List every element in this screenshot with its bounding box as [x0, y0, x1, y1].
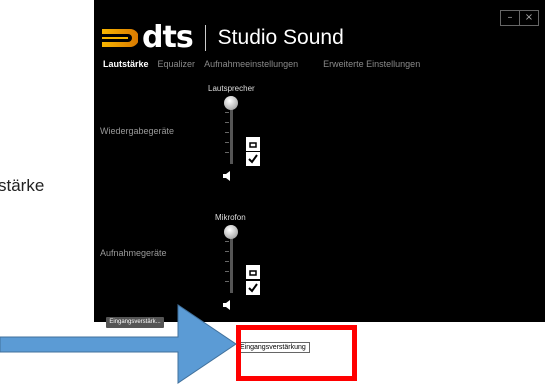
arrow-icon	[0, 304, 237, 384]
